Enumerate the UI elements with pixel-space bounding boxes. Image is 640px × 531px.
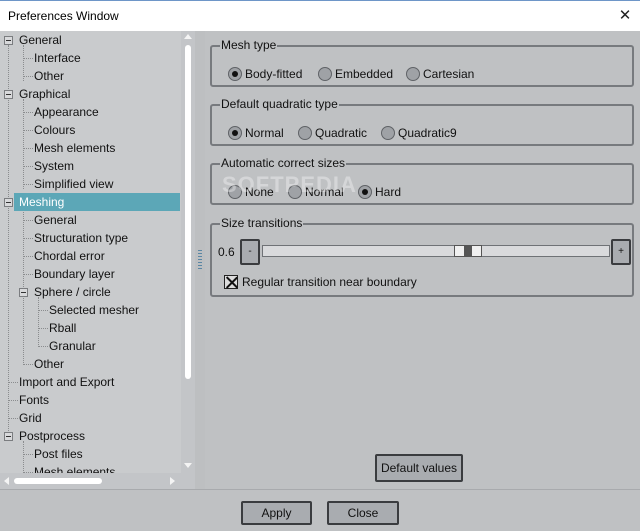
scroll-right-icon[interactable] [170, 477, 175, 485]
radio-label: Cartesian [423, 67, 475, 81]
splitter-grip-icon[interactable] [198, 250, 202, 270]
quadratic-type-group: Default quadratic type Normal Quadratic … [210, 97, 634, 146]
dialog-button-bar: Apply Close [0, 489, 640, 531]
tree-item-granular[interactable]: Granular [46, 337, 96, 355]
tree-item-colours[interactable]: Colours [31, 121, 75, 139]
radio-label: Quadratic9 [398, 126, 457, 140]
radio-label: Normal [245, 126, 284, 140]
tree-item-fonts[interactable]: Fonts [16, 391, 49, 409]
radio-quadratic[interactable]: Quadratic [298, 125, 367, 141]
tree-item-meshing-other[interactable]: Other [31, 355, 64, 373]
regular-transition-checkbox[interactable] [224, 275, 238, 289]
close-icon[interactable]: ✕ [616, 7, 634, 25]
tree-item-meshing[interactable]: Meshing [14, 193, 180, 211]
window-title: Preferences Window [8, 9, 119, 23]
radio-quadratic9[interactable]: Quadratic9 [381, 125, 457, 141]
tree-item-interface[interactable]: Interface [31, 49, 81, 67]
collapse-icon[interactable] [4, 36, 13, 45]
tree-item-import-export[interactable]: Import and Export [16, 373, 114, 391]
settings-panel: Mesh type Body-fitted Embedded Cartesian… [205, 31, 640, 489]
title-bar: Preferences Window ✕ [0, 0, 640, 31]
tree-item-simplified-view[interactable]: Simplified view [31, 175, 113, 193]
radio-sizes-hard[interactable]: Hard [358, 184, 401, 200]
default-values-button[interactable]: Default values [375, 454, 463, 482]
tree-item-sphere-circle[interactable]: Sphere / circle [31, 283, 111, 301]
radio-icon [406, 66, 420, 81]
radio-icon [228, 125, 242, 140]
radio-label: Body-fitted [245, 67, 303, 81]
collapse-icon[interactable] [19, 288, 28, 297]
tree-item-system[interactable]: System [31, 157, 74, 175]
radio-quad-normal[interactable]: Normal [228, 125, 284, 141]
radio-label: Embedded [335, 67, 394, 81]
tree-item-appearance[interactable]: Appearance [31, 103, 99, 121]
tree-item-rball[interactable]: Rball [46, 319, 76, 337]
radio-cartesian[interactable]: Cartesian [406, 66, 474, 82]
radio-icon [298, 125, 312, 140]
scroll-up-icon[interactable] [184, 34, 192, 39]
tree-item-general[interactable]: General [16, 31, 62, 49]
tree-connector [8, 45, 9, 437]
size-transitions-group: Size transitions 0.6 - + Regular transit… [210, 216, 634, 297]
radio-icon [381, 125, 395, 140]
radio-label: Hard [375, 185, 402, 199]
radio-icon [318, 66, 332, 81]
regular-transition-label: Regular transition near boundary [242, 275, 417, 289]
radio-embedded[interactable]: Embedded [318, 66, 393, 82]
correct-sizes-label: Automatic correct sizes [220, 156, 347, 170]
collapse-icon[interactable] [4, 90, 13, 99]
tree-item-structuration-type[interactable]: Structuration type [31, 229, 128, 247]
radio-body-fitted[interactable]: Body-fitted [228, 66, 302, 82]
tree-item-mesh-elements[interactable]: Mesh elements [31, 139, 115, 157]
tree-item-post-files[interactable]: Post files [31, 445, 83, 463]
size-transitions-label: Size transitions [220, 216, 304, 230]
tree-item-boundary-layer[interactable]: Boundary layer [31, 265, 115, 283]
tree-connector [23, 207, 24, 365]
mesh-type-label: Mesh type [220, 38, 278, 52]
slider-handle[interactable] [454, 245, 482, 257]
tree-item-chordal-error[interactable]: Chordal error [31, 247, 105, 265]
collapse-icon[interactable] [4, 432, 13, 441]
tree-connector [23, 441, 24, 473]
tree-item-postprocess[interactable]: Postprocess [16, 427, 85, 445]
tree-item-post-mesh-elements[interactable]: Mesh elements [31, 463, 115, 473]
preferences-tree[interactable]: General Interface Other Graphical Appear… [0, 31, 181, 473]
close-button[interactable]: Close [327, 501, 399, 525]
tree-vertical-scrollbar[interactable] [181, 31, 195, 473]
scrollbar-corner [181, 473, 195, 489]
panel-splitter[interactable] [195, 31, 205, 489]
scrollbar-thumb[interactable] [185, 45, 191, 379]
watermark-logo: SOFTPEDIA [222, 172, 357, 197]
mesh-type-group: Mesh type Body-fitted Embedded Cartesian [210, 38, 634, 87]
tree-connector [38, 297, 39, 347]
collapse-icon[interactable] [4, 198, 13, 207]
tree-item-other[interactable]: Other [31, 67, 64, 85]
decrease-button[interactable]: - [240, 239, 260, 265]
tree-item-grid[interactable]: Grid [16, 409, 42, 427]
scroll-left-icon[interactable] [4, 477, 9, 485]
tree-item-graphical[interactable]: Graphical [16, 85, 70, 103]
apply-button[interactable]: Apply [241, 501, 312, 525]
increase-button[interactable]: + [611, 239, 631, 265]
transition-value: 0.6 [218, 245, 235, 259]
tree-horizontal-scrollbar[interactable] [0, 473, 181, 489]
transition-slider[interactable] [262, 245, 610, 257]
radio-icon [358, 184, 372, 199]
scroll-down-icon[interactable] [184, 463, 192, 468]
radio-label: Quadratic [315, 126, 368, 140]
radio-icon [228, 66, 242, 81]
quadratic-type-label: Default quadratic type [220, 97, 339, 111]
tree-item-meshing-general[interactable]: General [31, 211, 77, 229]
scrollbar-thumb[interactable] [14, 478, 102, 484]
tree-item-selected-mesher[interactable]: Selected mesher [46, 301, 139, 319]
